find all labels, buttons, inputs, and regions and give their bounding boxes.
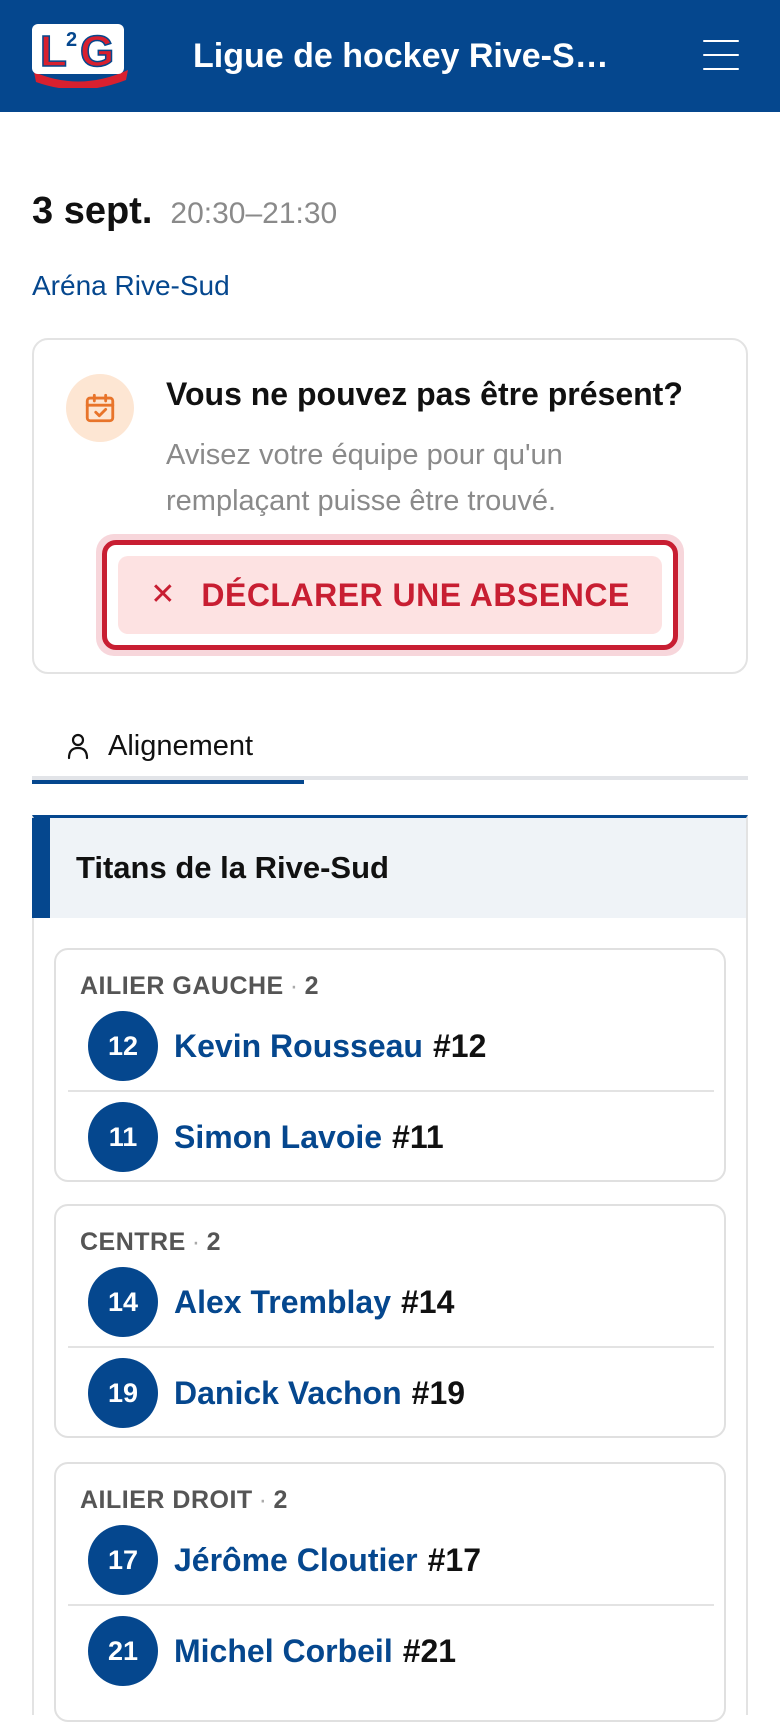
close-icon: ✕ xyxy=(150,578,176,611)
player-row[interactable]: 19 Danick Vachon #19 xyxy=(68,1348,714,1438)
player-name: Simon Lavoie xyxy=(174,1118,383,1155)
person-icon xyxy=(66,732,90,760)
player-row[interactable]: 12 Kevin Rousseau #12 xyxy=(68,1002,714,1092)
player-row[interactable]: 17 Jérôme Cloutier #17 xyxy=(68,1516,714,1606)
absence-title: Vous ne pouvez pas être présent? xyxy=(166,376,683,412)
position-title: AILIER DROIT · 2 xyxy=(80,1486,288,1514)
player-number-badge: 12 xyxy=(88,1011,158,1081)
player-jersey: #19 xyxy=(411,1374,466,1411)
hamburger-menu-icon[interactable] xyxy=(695,36,745,76)
game-time: 20:30–21:30 xyxy=(170,197,338,230)
player-name: Alex Tremblay xyxy=(174,1283,391,1320)
player-row[interactable]: 21 Michel Corbeil #21 xyxy=(68,1606,714,1696)
tab-label: Alignement xyxy=(108,729,254,762)
calendar-check-icon xyxy=(66,374,134,442)
team-lineup: Titans de la Rive-Sud AILIER GAUCHE · 2 12… xyxy=(32,815,748,1722)
declare-absence-label: DÉCLARER UNE ABSENCE xyxy=(201,576,630,613)
position-group-ailier-droit: AILIER DROIT · 2 17 Jérôme Cloutier #17 21… xyxy=(54,1462,726,1722)
player-name: Michel Corbeil xyxy=(174,1632,393,1669)
player-name: Kevin Rousseau xyxy=(174,1027,423,1064)
absence-description: Avisez votre équipe pour qu'un remplaçan… xyxy=(166,439,563,517)
player-jersey: #12 xyxy=(432,1027,487,1064)
team-header: Titans de la Rive-Sud xyxy=(32,818,746,918)
position-title: AILIER GAUCHE · 2 xyxy=(80,972,319,1000)
game-datetime: 3 sept. 20:30–21:30 xyxy=(32,190,337,233)
game-date: 3 sept. xyxy=(32,190,153,232)
player-jersey: #14 xyxy=(401,1283,455,1320)
svg-text:G: G xyxy=(80,27,114,76)
position-group-ailier-gauche: AILIER GAUCHE · 2 12 Kevin Rousseau #12 11… xyxy=(54,948,726,1182)
player-number-badge: 11 xyxy=(88,1102,158,1172)
player-name: Danick Vachon xyxy=(174,1374,402,1411)
svg-text:2: 2 xyxy=(66,29,77,51)
absence-button-focus-ring: ✕ DÉCLARER UNE ABSENCE xyxy=(96,534,684,656)
position-group-centre: CENTRE · 2 14 Alex Tremblay #14 19 Danick … xyxy=(54,1204,726,1438)
player-name: Jérôme Cloutier xyxy=(174,1541,418,1578)
tab-bar: Alignement xyxy=(32,712,748,784)
player-number-badge: 17 xyxy=(88,1525,158,1595)
player-row[interactable]: 11 Simon Lavoie #11 xyxy=(68,1092,714,1182)
absence-button-border: ✕ DÉCLARER UNE ABSENCE xyxy=(102,540,678,650)
declare-absence-button[interactable]: ✕ DÉCLARER UNE ABSENCE xyxy=(118,556,662,634)
venue-link[interactable]: Aréna Rive-Sud xyxy=(32,270,230,302)
absence-card: Vous ne pouvez pas être présent? Avisez … xyxy=(32,338,748,674)
team-name: Titans de la Rive-Sud xyxy=(76,850,389,885)
position-title: CENTRE · 2 xyxy=(80,1228,222,1256)
player-number-badge: 19 xyxy=(88,1358,158,1428)
app-header: L 2 G Ligue de hockey Rive-S… xyxy=(0,0,780,112)
header-title: Ligue de hockey Rive-S… xyxy=(193,37,609,75)
league-logo[interactable]: L 2 G xyxy=(30,20,132,90)
player-jersey: #21 xyxy=(402,1632,457,1669)
player-jersey: #17 xyxy=(427,1541,482,1578)
player-jersey: #11 xyxy=(392,1118,444,1155)
svg-text:L: L xyxy=(40,27,67,76)
player-number-badge: 14 xyxy=(88,1267,158,1337)
player-row[interactable]: 14 Alex Tremblay #14 xyxy=(68,1258,714,1348)
tab-alignement[interactable]: Alignement xyxy=(32,712,304,784)
player-number-badge: 21 xyxy=(88,1616,158,1686)
